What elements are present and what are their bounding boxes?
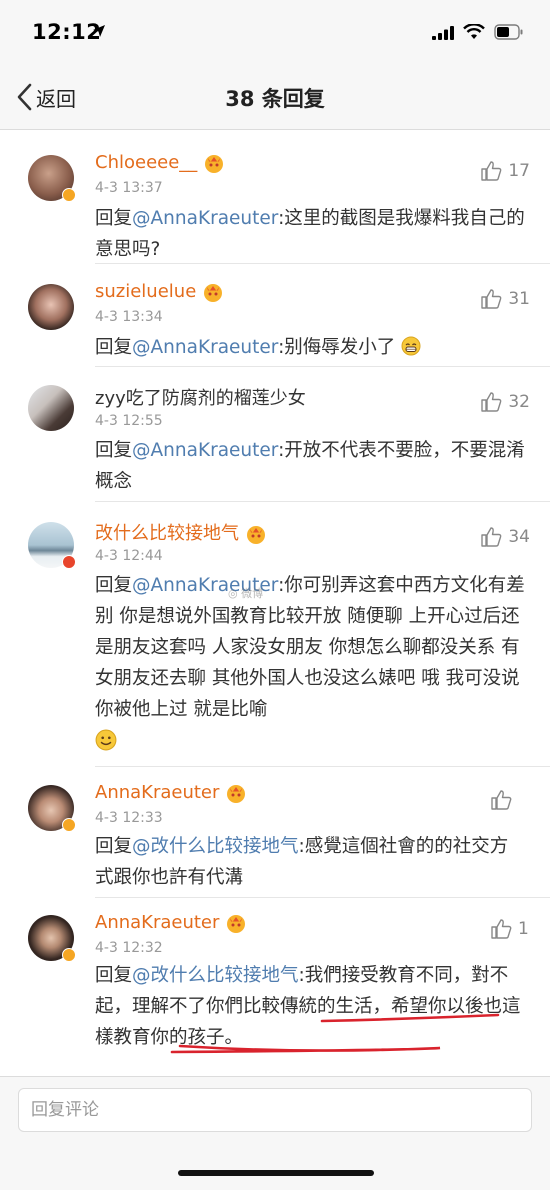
user-name[interactable]: Chloeeee__ [95, 152, 225, 174]
wifi-icon [463, 24, 485, 39]
home-indicator[interactable] [178, 1170, 374, 1176]
comment-item[interactable]: Chloeeee__ 4-3 13:37 17 回复@AnnaKraeuter:… [0, 130, 550, 263]
battery-icon [494, 24, 523, 40]
grin-emoji-icon [401, 336, 421, 356]
like-count: 34 [508, 527, 530, 547]
comment-item[interactable]: zyy吃了防腐剂的榴莲少女 4-3 12:55 32 回复@AnnaKraeut… [0, 367, 550, 501]
thumbs-up-icon [491, 790, 512, 810]
vip-crown-icon [247, 526, 265, 544]
verified-badge-icon [62, 188, 76, 202]
comment-item[interactable]: AnnaKraeuter 4-3 12:32 1 回复@改什么比较接地气:我們接… [0, 898, 550, 1076]
reply-input[interactable]: 回复评论 [18, 1088, 532, 1132]
comment-time: 4-3 12:55 [95, 413, 163, 429]
comment-item[interactable]: AnnaKraeuter 4-3 12:33 回复@改什么比较接地气:感覺這個社… [0, 767, 550, 897]
cellular-signal-icon [432, 26, 454, 40]
page-title: 38 条回复 [225, 87, 325, 111]
vip-crown-icon [227, 785, 246, 803]
comment-item[interactable]: suzieluelue 4-3 13:34 31 回复@AnnaKraeuter… [0, 264, 550, 366]
comment-time: 4-3 12:44 [95, 548, 163, 564]
like-button[interactable]: 17 [480, 160, 530, 182]
vip-crown-icon [204, 284, 223, 302]
status-time: 12:12 [32, 20, 102, 44]
thumbs-up-icon [481, 527, 502, 547]
like-count: 31 [508, 289, 530, 309]
avatar[interactable] [28, 284, 74, 330]
thumbs-up-icon [481, 161, 502, 181]
user-name[interactable]: zyy吃了防腐剂的榴莲少女 [95, 384, 306, 410]
thumbs-up-icon [481, 289, 502, 309]
like-button[interactable]: 31 [480, 288, 530, 310]
red-underline-annotation [170, 1013, 500, 1054]
user-name[interactable]: AnnaKraeuter [95, 782, 247, 804]
nav-bar: 返回 38 条回复 [0, 64, 550, 130]
like-button[interactable]: 34 [480, 526, 530, 548]
like-button[interactable] [490, 789, 530, 811]
status-bar: 12:12 [0, 0, 550, 64]
comment-text: 回复@AnnaKraeuter:这里的截图是我爆料我自己的意思吗? [95, 208, 525, 260]
smile-emoji-icon [95, 729, 117, 751]
mention-link[interactable]: @改什么比较接地气 [132, 836, 299, 857]
comment-time: 4-3 12:33 [95, 810, 163, 826]
comment-text: 回复@AnnaKraeuter:开放不代表不要脸，不要混淆概念 [95, 440, 525, 492]
mention-link[interactable]: @AnnaKraeuter [132, 337, 278, 358]
like-button[interactable]: 32 [480, 391, 530, 413]
comment-text: 回复@改什么比较接地气:感覺這個社會的的社交方式跟你也許有代溝 [95, 836, 509, 888]
watermark: ◎ 微博 [228, 587, 264, 600]
verified-badge-icon [62, 555, 76, 569]
comment-list[interactable]: Chloeeee__ 4-3 13:37 17 回复@AnnaKraeuter:… [0, 130, 550, 1076]
user-name[interactable]: suzieluelue [95, 281, 224, 303]
comment-time: 4-3 13:37 [95, 180, 163, 196]
vip-crown-icon [205, 155, 224, 173]
location-arrow-icon [93, 25, 105, 37]
user-name[interactable]: 改什么比较接地气 [95, 519, 267, 545]
comment-item[interactable]: 改什么比较接地气 4-3 12:44 34 回复@AnnaKraeuter:你可… [0, 502, 550, 766]
thumbs-up-icon [481, 392, 502, 412]
comment-text: 回复@AnnaKraeuter:你可别弄这套中西方文化有差别 你是想说外国教育比… [95, 570, 525, 758]
mention-link[interactable]: @AnnaKraeuter [132, 440, 278, 461]
verified-badge-icon [62, 818, 76, 832]
comment-text: 回复@AnnaKraeuter:别侮辱发小了 [95, 332, 525, 363]
comment-time: 4-3 13:34 [95, 309, 163, 325]
avatar[interactable] [28, 385, 74, 431]
mention-link[interactable]: @AnnaKraeuter [132, 208, 278, 229]
like-count: 17 [508, 161, 530, 181]
like-count: 32 [508, 392, 530, 412]
